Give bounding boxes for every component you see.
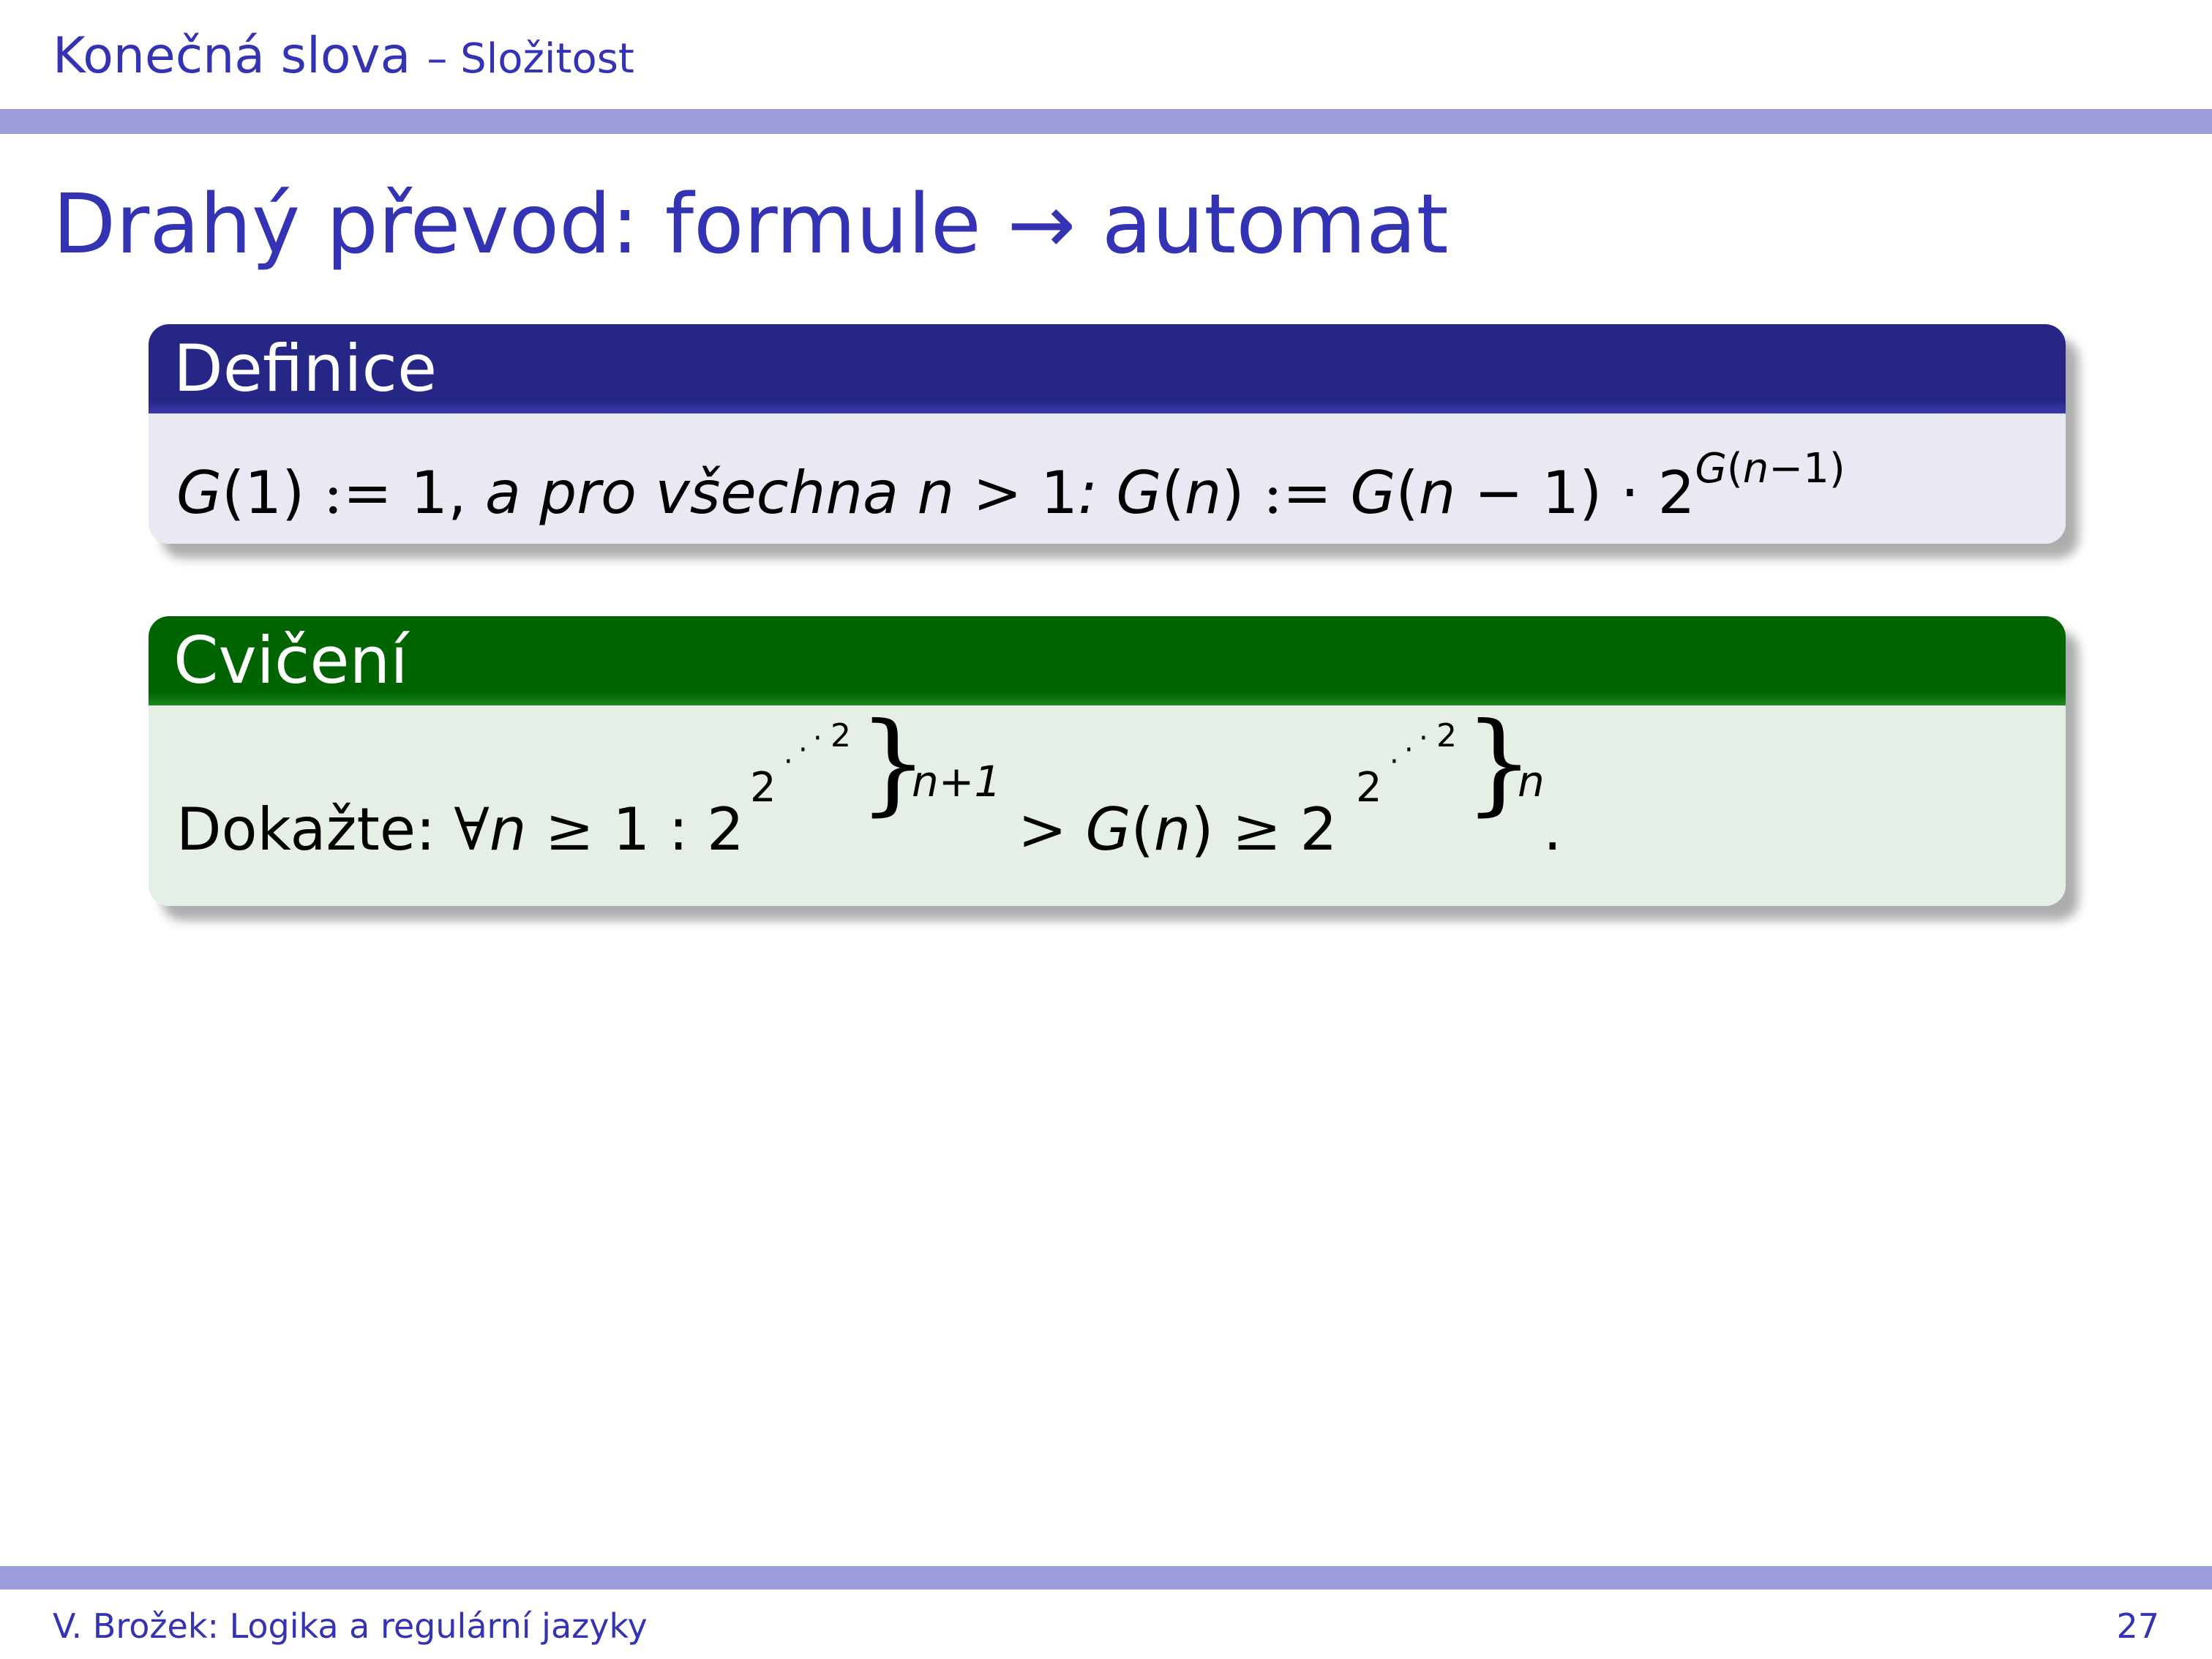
page-number: 27	[2116, 1606, 2159, 1646]
top-bar	[0, 109, 2212, 134]
exercise-block: Cvičení Dokažte: ∀n ≥ 1 : 2 2 · · · 2 } …	[149, 616, 2066, 906]
exercise-body: Dokažte: ∀n ≥ 1 : 2 2 · · · 2 } n+1 > G(…	[149, 705, 2066, 906]
definition-block: Definice G(1) := 1, a pro všechna n > 1:…	[149, 324, 2066, 544]
section-title: Konečná slova	[53, 27, 411, 85]
footer-author-title: V. Brožek: Logika a regulární jazyky	[53, 1606, 648, 1646]
header: Konečná slova – Složitost	[53, 23, 634, 89]
definition-formula: G(1) := 1, a pro všechna n > 1: G(n) := …	[176, 445, 1845, 527]
definition-title: Definice	[149, 324, 2066, 413]
bottom-bar	[0, 1566, 2212, 1589]
frame-title: Drahý převod: formule → automat	[53, 177, 1449, 272]
definition-body: G(1) := 1, a pro všechna n > 1: G(n) := …	[149, 413, 2066, 544]
exercise-title: Cvičení	[149, 616, 2066, 705]
subsection-title: – Složitost	[427, 35, 634, 83]
exercise-formula: Dokažte: ∀n ≥ 1 : 2 2 · · · 2 } n+1 > G(…	[176, 700, 1562, 864]
